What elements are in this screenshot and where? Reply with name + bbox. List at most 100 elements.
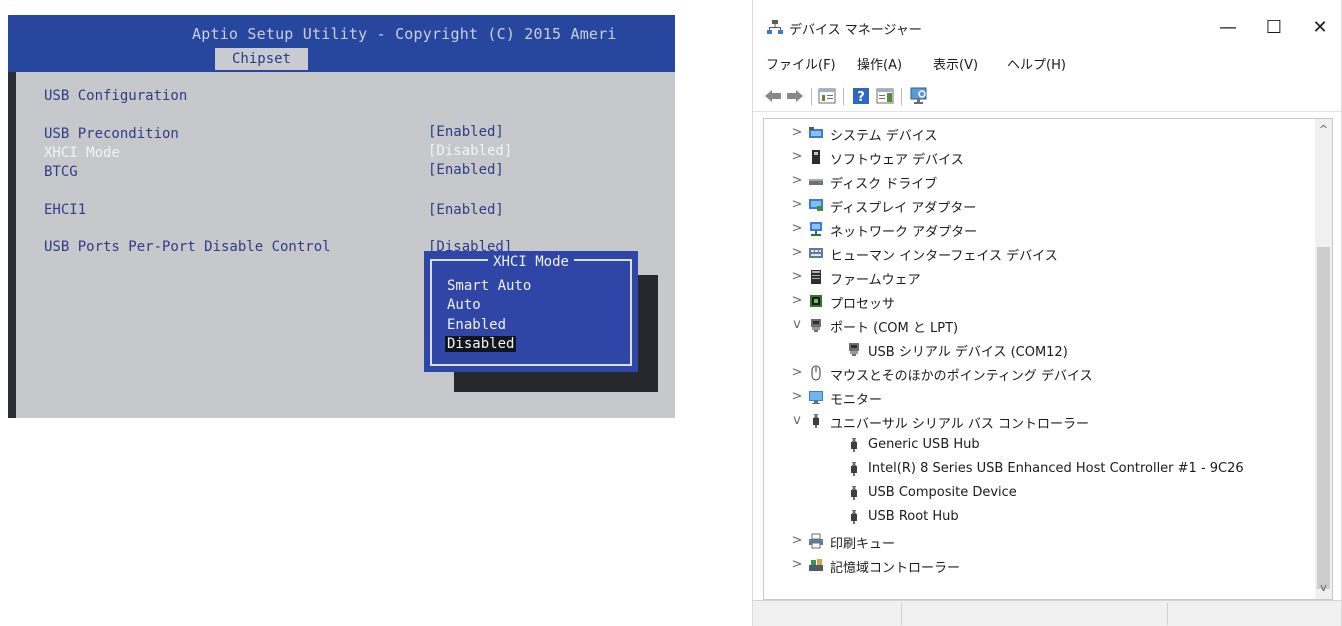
popup-option-disabled[interactable]: Disabled: [445, 336, 517, 352]
menu-file[interactable]: ファイル(F): [766, 54, 836, 73]
collapse-chevron[interactable]: >: [790, 387, 804, 407]
tree-category[interactable]: > ファームウェア: [764, 265, 1314, 289]
tab-chipset[interactable]: Chipset: [215, 48, 308, 70]
scroll-up-arrow[interactable]: ^: [1315, 121, 1332, 138]
tree-item-label: USB シリアル デバイス (COM12): [868, 345, 1068, 360]
device-manager-icon: [767, 20, 783, 34]
window-title: デバイス マネージャー: [789, 23, 922, 38]
tree-category[interactable]: > ヒューマン インターフェイス デバイス: [764, 241, 1314, 265]
minimize-button[interactable]: —: [1205, 10, 1251, 46]
tree-category[interactable]: > 印刷キュー: [764, 529, 1314, 553]
collapse-chevron[interactable]: >: [790, 195, 804, 215]
tree-category[interactable]: > モニター: [764, 385, 1314, 409]
tree-item-label: 印刷キュー: [830, 537, 896, 552]
collapse-chevron[interactable]: >: [790, 147, 804, 167]
disk-drive-icon: [809, 179, 823, 185]
tree-device[interactable]: Generic USB Hub: [764, 433, 1314, 457]
setting-value-btcg[interactable]: [Enabled]: [428, 162, 504, 178]
tree-device[interactable]: USB Composite Device: [764, 481, 1314, 505]
collapse-chevron[interactable]: >: [790, 267, 804, 287]
show-hide-console-tree-button[interactable]: [817, 86, 837, 106]
tree-item-label: マウスとそのほかのポインティング デバイス: [830, 369, 1093, 384]
scan-hardware-button[interactable]: [909, 86, 929, 106]
tree-item-label: ポート (COM と LPT): [830, 321, 959, 336]
toolbar-separator: [843, 88, 844, 105]
collapse-chevron[interactable]: >: [790, 555, 804, 575]
tree-category[interactable]: > 記憶域コントローラー: [764, 553, 1314, 577]
setting-value-ehci1[interactable]: [Enabled]: [428, 202, 504, 218]
maximize-button[interactable]: ☐: [1251, 10, 1297, 46]
popup-option-smart-auto[interactable]: Smart Auto: [445, 278, 533, 294]
close-button[interactable]: ✕: [1297, 10, 1342, 46]
tree-item-label: ディスプレイ アダプター: [830, 201, 977, 216]
title-bar[interactable]: デバイス マネージャー — ☐ ✕: [753, 0, 1341, 48]
bios-section-title: USB Configuration: [44, 88, 188, 104]
collapse-chevron[interactable]: >: [790, 243, 804, 263]
print-queue-icon: [809, 533, 823, 549]
setting-label-ehci1[interactable]: EHCI1: [44, 202, 86, 218]
tree-category[interactable]: v ユニバーサル シリアル バス コントローラー: [764, 409, 1314, 433]
setting-label-per-port-disable[interactable]: USB Ports Per-Port Disable Control: [44, 239, 331, 255]
device-manager-window: デバイス マネージャー — ☐ ✕ ファイル(F) 操作(A) 表示(V) ヘル…: [752, 0, 1342, 626]
collapse-chevron[interactable]: >: [790, 363, 804, 383]
popup-option-auto[interactable]: Auto: [445, 297, 483, 313]
setting-label-xhci-mode[interactable]: XHCI Mode: [44, 145, 120, 161]
popup-title: XHCI Mode: [488, 254, 574, 270]
help-button[interactable]: ?: [851, 86, 871, 106]
action-pane-button[interactable]: [875, 86, 895, 106]
tree-category[interactable]: > ソフトウェア デバイス: [764, 145, 1314, 169]
tree-category[interactable]: > ディスプレイ アダプター: [764, 193, 1314, 217]
popup-option-enabled[interactable]: Enabled: [445, 317, 508, 333]
scroll-down-arrow[interactable]: v: [1315, 579, 1332, 596]
toolbar: ?: [753, 80, 1341, 112]
forward-arrow-icon: [787, 90, 803, 102]
toolbar-separator: [901, 88, 902, 105]
setting-label-btcg[interactable]: BTCG: [44, 164, 78, 180]
expand-chevron[interactable]: v: [790, 411, 804, 431]
device-tree: > システム デバイス > ソフトウェア デバイス > ディスク ドライブ > ディスプレイ …: [763, 118, 1333, 600]
expand-chevron[interactable]: v: [790, 315, 804, 335]
tree-item-label: Generic USB Hub: [868, 437, 980, 452]
scroll-thumb[interactable]: [1317, 247, 1330, 589]
collapse-chevron[interactable]: >: [790, 531, 804, 551]
vertical-scrollbar[interactable]: ^ v: [1315, 119, 1332, 599]
status-divider: [901, 603, 902, 625]
setting-value-usb-precondition[interactable]: [Enabled]: [428, 124, 504, 140]
svg-text:?: ?: [857, 90, 865, 105]
tree-device[interactable]: Intel(R) 8 Series USB Enhanced Host Cont…: [764, 457, 1314, 481]
collapse-chevron[interactable]: >: [790, 291, 804, 311]
tree-item-label: システム デバイス: [830, 129, 938, 144]
tree-item-label: ユニバーサル シリアル バス コントローラー: [830, 417, 1090, 432]
menu-bar: ファイル(F) 操作(A) 表示(V) ヘルプ(H): [753, 48, 1341, 76]
tree-item-label: USB Root Hub: [868, 509, 959, 524]
usb-icon: [813, 414, 819, 428]
tree-category[interactable]: > ネットワーク アダプター: [764, 217, 1314, 241]
back-button[interactable]: [763, 86, 783, 106]
menu-view[interactable]: 表示(V): [933, 54, 978, 73]
tree-device[interactable]: USB Root Hub: [764, 505, 1314, 529]
tree-category[interactable]: > プロセッサ: [764, 289, 1314, 313]
collapse-chevron[interactable]: >: [790, 171, 804, 191]
setting-value-xhci-mode[interactable]: [Disabled]: [428, 143, 512, 159]
collapse-chevron[interactable]: >: [790, 219, 804, 239]
bios-title: Aptio Setup Utility - Copyright (C) 2015…: [192, 25, 617, 43]
tree-item-label: 記憶域コントローラー: [830, 561, 961, 576]
tree-category[interactable]: > ディスク ドライブ: [764, 169, 1314, 193]
view-icon: [876, 88, 894, 104]
storage-controller-icon: [809, 559, 823, 571]
tree-category[interactable]: > マウスとそのほかのポインティング デバイス: [764, 361, 1314, 385]
processor-icon: [810, 295, 822, 307]
tree-category[interactable]: > システム デバイス: [764, 121, 1314, 145]
usb-icon: [851, 438, 857, 452]
tree-category[interactable]: v ポート (COM と LPT): [764, 313, 1314, 337]
forward-button[interactable]: [785, 86, 805, 106]
setting-label-usb-precondition[interactable]: USB Precondition: [44, 126, 179, 142]
tree-item-label: ヒューマン インターフェイス デバイス: [830, 249, 1058, 264]
collapse-chevron[interactable]: >: [790, 123, 804, 143]
menu-help[interactable]: ヘルプ(H): [1007, 54, 1066, 73]
tree-item-label: プロセッサ: [830, 297, 896, 312]
bios-setup-screen: Aptio Setup Utility - Copyright (C) 2015…: [8, 15, 675, 418]
tree-device[interactable]: USB シリアル デバイス (COM12): [764, 337, 1314, 361]
menu-action[interactable]: 操作(A): [857, 54, 902, 73]
status-divider: [1167, 603, 1168, 625]
